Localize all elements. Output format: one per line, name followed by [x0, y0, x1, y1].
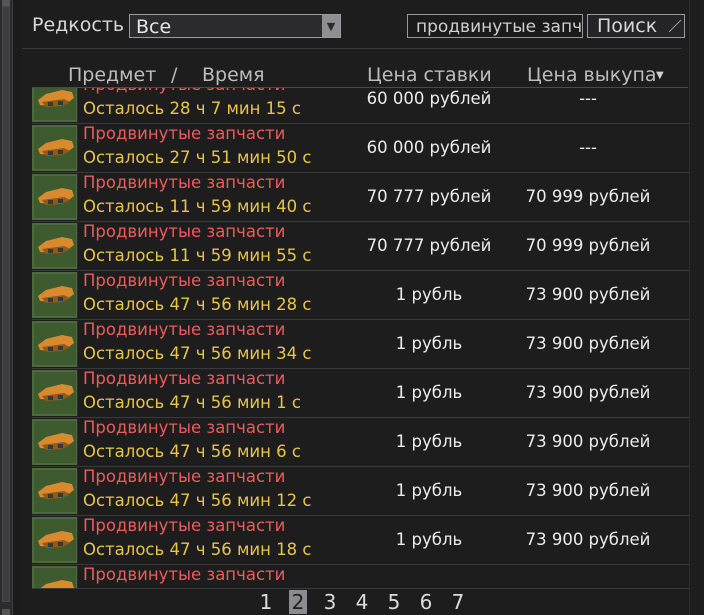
- rarity-label: Редкость: [32, 14, 125, 36]
- list-item[interactable]: Продвинутые запчасти: [32, 565, 690, 588]
- header-separator: /: [171, 64, 178, 86]
- list-item[interactable]: Продвинутые запчасти Осталось 28 ч 7 мин …: [32, 88, 690, 124]
- time-remaining: Осталось 47 ч 56 мин 1 с: [83, 393, 301, 412]
- time-remaining: Осталось 11 ч 59 мин 40 с: [83, 197, 312, 216]
- page-number: 6: [419, 590, 433, 614]
- list-item[interactable]: Продвинутые запчасти Осталось 47 ч 56 мин…: [32, 320, 690, 369]
- item-name: Продвинутые запчасти: [83, 369, 286, 388]
- list-item[interactable]: Продвинутые запчасти Осталось 11 ч 59 мин…: [32, 222, 690, 271]
- page-3[interactable]: 3: [314, 590, 346, 614]
- rarity-select-value: Все: [136, 16, 172, 38]
- time-remaining: Осталось 27 ч 51 мин 50 с: [83, 148, 312, 167]
- page-4[interactable]: 4: [346, 590, 378, 614]
- spare-parts-icon: [32, 517, 78, 563]
- page-2[interactable]: 2: [282, 590, 314, 614]
- time-remaining: Осталось 47 ч 56 мин 6 с: [83, 442, 301, 461]
- list-item[interactable]: Продвинутые запчасти Осталось 47 ч 56 мин…: [32, 418, 690, 467]
- buyout-price: 70 999 рублей: [525, 236, 651, 255]
- time-remaining: Осталось 47 ч 56 мин 28 с: [83, 295, 312, 314]
- item-name: Продвинутые запчасти: [83, 320, 286, 339]
- buyout-price: 73 900 рублей: [525, 285, 651, 304]
- time-remaining: Осталось 11 ч 59 мин 55 с: [83, 246, 312, 265]
- page-number: 4: [355, 590, 369, 614]
- list-item[interactable]: Продвинутые запчасти Осталось 47 ч 56 мин…: [32, 467, 690, 516]
- sort-desc-icon[interactable]: ▼: [656, 70, 664, 81]
- item-name: Продвинутые запчасти: [83, 124, 286, 143]
- item-name: Продвинутые запчасти: [83, 467, 286, 486]
- buyout-price: 73 900 рублей: [525, 383, 651, 402]
- spare-parts-icon: [32, 468, 78, 514]
- spare-parts-icon: [32, 370, 78, 416]
- header-item[interactable]: Предмет: [68, 64, 156, 86]
- spare-parts-icon: [32, 272, 78, 318]
- page-number: 2: [288, 590, 308, 614]
- time-remaining: Осталось 28 ч 7 мин 15 с: [83, 99, 301, 118]
- page-5[interactable]: 5: [378, 590, 410, 614]
- item-name: Продвинутые запчасти: [83, 222, 286, 241]
- item-name: Продвинутые запчасти: [83, 418, 286, 437]
- buyout-price: 73 900 рублей: [525, 481, 651, 500]
- spare-parts-icon: [32, 419, 78, 465]
- time-remaining: Осталось 47 ч 56 мин 12 с: [83, 491, 312, 510]
- page-1[interactable]: 1: [250, 590, 282, 614]
- page-number: 1: [259, 590, 273, 614]
- search-input[interactable]: продвинутые запч: [407, 14, 583, 38]
- divider: [22, 48, 682, 49]
- list-item[interactable]: Продвинутые запчасти Осталось 27 ч 51 мин…: [32, 124, 690, 173]
- resize-corner-icon: [668, 19, 682, 33]
- scrollbar-thumb[interactable]: [2, 6, 10, 602]
- spare-parts-icon: [32, 88, 78, 122]
- spare-parts-icon: [32, 321, 78, 367]
- header-buyout-price[interactable]: Цена выкупа: [527, 64, 657, 86]
- item-name: Продвинутые запчасти: [83, 173, 286, 192]
- spare-parts-icon: [32, 566, 78, 588]
- spare-parts-icon: [32, 174, 78, 220]
- header-time[interactable]: Время: [202, 64, 265, 86]
- list-bottom-divider: [32, 588, 690, 589]
- header-bid-price[interactable]: Цена ставки: [367, 64, 492, 86]
- search-button[interactable]: Поиск: [587, 14, 685, 38]
- buyout-price: 73 900 рублей: [525, 530, 651, 549]
- list-item[interactable]: Продвинутые запчасти Осталось 47 ч 56 мин…: [32, 271, 690, 320]
- page-number: 5: [387, 590, 401, 614]
- pagination: 1234567: [250, 590, 474, 614]
- page-7[interactable]: 7: [442, 590, 474, 614]
- page-number: 7: [451, 590, 465, 614]
- item-name: Продвинутые запчасти: [83, 88, 285, 94]
- page-6[interactable]: 6: [410, 590, 442, 614]
- chevron-down-icon[interactable]: ▼: [322, 15, 340, 37]
- time-remaining: Осталось 47 ч 56 мин 18 с: [83, 540, 312, 559]
- item-name: Продвинутые запчасти: [83, 271, 286, 290]
- buyout-price: ---: [579, 138, 597, 157]
- list-item[interactable]: Продвинутые запчасти Осталось 47 ч 56 мин…: [32, 369, 690, 418]
- outer-scrollbar[interactable]: [0, 0, 13, 615]
- page-number: 3: [323, 590, 337, 614]
- item-name: Продвинутые запчасти: [83, 516, 286, 535]
- search-button-label: Поиск: [597, 15, 658, 37]
- item-name: Продвинутые запчасти: [83, 565, 286, 584]
- time-remaining: Осталось 47 ч 56 мин 34 с: [83, 344, 312, 363]
- buyout-price: 70 999 рублей: [525, 187, 651, 206]
- spare-parts-icon: [32, 223, 78, 269]
- list-item[interactable]: Продвинутые запчасти Осталось 47 ч 56 мин…: [32, 516, 690, 565]
- auction-list: Продвинутые запчасти Осталось 28 ч 7 мин …: [32, 88, 690, 588]
- buyout-price: 73 900 рублей: [525, 432, 651, 451]
- buyout-price: 73 900 рублей: [525, 334, 651, 353]
- right-edge: [689, 0, 704, 615]
- rarity-select[interactable]: Все ▼: [129, 14, 341, 38]
- scroll-down-arrow-icon[interactable]: [2, 609, 10, 615]
- list-item[interactable]: Продвинутые запчасти Осталось 11 ч 59 мин…: [32, 173, 690, 222]
- buyout-price: ---: [579, 89, 597, 108]
- spare-parts-icon: [32, 125, 78, 171]
